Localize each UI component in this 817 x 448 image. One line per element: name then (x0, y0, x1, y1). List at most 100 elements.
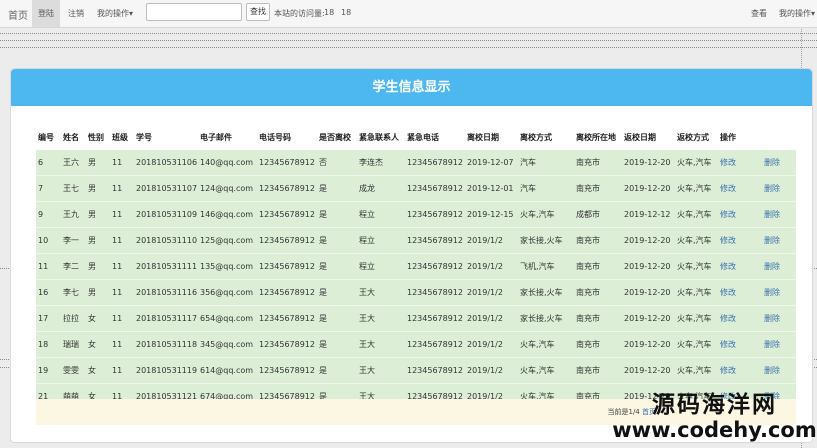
table-cell: 李一 (61, 227, 86, 254)
table-cell: 19 (36, 357, 61, 384)
pagination: 当前是1/4 首页 (608, 407, 657, 417)
delete-link[interactable]: 删除 (764, 340, 780, 349)
table-cell: 成龙 (357, 175, 405, 202)
table-cell: 12345678912 (257, 253, 317, 280)
table-cell: 12345678912 (405, 150, 465, 176)
table-cell: 12345678912 (257, 201, 317, 228)
nav-view-link[interactable]: 查看 (751, 8, 767, 19)
table-cell: 是 (317, 175, 357, 202)
nav-login-link[interactable]: 登陆 (38, 8, 54, 19)
delete-cell: 删除 (762, 279, 796, 306)
column-header: 离校所在地 (576, 133, 616, 142)
table-cell: 2019/1/2 (465, 331, 518, 358)
edit-link[interactable]: 修改 (720, 158, 736, 167)
table-cell: 火车,汽车 (518, 201, 574, 228)
table-cell: 火车,汽车 (675, 253, 718, 280)
table-cell: 程立 (357, 253, 405, 280)
table-cell: 飞机,汽车 (518, 253, 574, 280)
nav-right-actions-dropdown[interactable]: 我的操作▾ (779, 8, 815, 19)
table-cell: 12345678912 (405, 305, 465, 332)
column-header: 姓名 (63, 133, 79, 142)
delete-link[interactable]: 删除 (764, 288, 780, 297)
table-row: 17 拉拉女 11 201810531117 654@qq.com 12345678912… (36, 305, 796, 332)
delete-link[interactable]: 删除 (764, 210, 780, 219)
search-input[interactable] (146, 3, 242, 21)
edit-link[interactable]: 修改 (720, 340, 736, 349)
nav-my-actions-dropdown[interactable]: 我的操作▾ (97, 8, 133, 19)
table-row: 10 李一男 11 201810531110 125@qq.com 12345678912… (36, 227, 796, 254)
table-cell: 201810531109 (134, 201, 198, 228)
table-row: 11 李二男 11 201810531111 135@qq.com 12345678912… (36, 253, 796, 280)
table-cell: 11 (110, 150, 134, 176)
table-cell: 201810531116 (134, 279, 198, 306)
table-cell: 12345678912 (257, 175, 317, 202)
edit-link[interactable]: 修改 (720, 262, 736, 271)
table-cell: 12345678912 (257, 227, 317, 254)
edit-link[interactable]: 修改 (720, 184, 736, 193)
column-header: 紧急联系人 (359, 133, 399, 142)
delete-link[interactable]: 删除 (764, 236, 780, 245)
table-cell: 王六 (61, 150, 86, 176)
table-cell: 是 (317, 253, 357, 280)
table-cell: 201810531119 (134, 357, 198, 384)
table-cell: 6 (36, 150, 61, 176)
table-cell: 男 (86, 201, 110, 228)
table-cell: 201810531118 (134, 331, 198, 358)
table-cell: 南充市 (574, 227, 622, 254)
edit-cell: 修改 (718, 357, 762, 384)
table-cell: 146@qq.com (198, 201, 257, 228)
table-cell: 南充市 (574, 357, 622, 384)
delete-link[interactable]: 删除 (764, 314, 780, 323)
nav-logout-link[interactable]: 注销 (68, 8, 84, 19)
table-cell: 2019/1/2 (465, 357, 518, 384)
table-cell: 9 (36, 201, 61, 228)
table-cell: 2019/1/2 (465, 227, 518, 254)
pagination-status: 当前是1/4 (607, 408, 640, 416)
table-cell: 12345678912 (405, 331, 465, 358)
table-header-row: 编号 姓名 性别 班级 学号 电子邮件 电话号码 是否离校 紧急联系人 紧急电话 离校日期 离校方式 离… (36, 125, 796, 150)
delete-cell: 删除 (762, 305, 796, 332)
delete-link[interactable]: 删除 (764, 262, 780, 271)
table-cell: 7 (36, 175, 61, 202)
edit-cell: 修改 (718, 279, 762, 306)
table-cell: 女 (86, 305, 110, 332)
table-cell: 201810531110 (134, 227, 198, 254)
delete-link[interactable]: 删除 (764, 184, 780, 193)
table-cell: 火车,汽车 (675, 279, 718, 306)
table-cell: 李七 (61, 279, 86, 306)
edit-cell: 修改 (718, 305, 762, 332)
table-cell: 南充市 (574, 331, 622, 358)
delete-link[interactable]: 删除 (764, 158, 780, 167)
table-cell: 11 (110, 357, 134, 384)
edit-link[interactable]: 修改 (720, 236, 736, 245)
column-header: 离校日期 (467, 133, 499, 142)
edit-link[interactable]: 修改 (720, 210, 736, 219)
table-cell: 614@qq.com (198, 357, 257, 384)
table-row: 16 李七男 11 201810531116 356@qq.com 12345678912… (36, 279, 796, 306)
delete-cell: 删除 (762, 150, 796, 176)
edit-link[interactable]: 修改 (720, 366, 736, 375)
top-navbar: 首页 登陆 注销 我的操作▾ 查找 本站的访问量: 18 18 查看 我的操作▾ (0, 0, 817, 28)
table-cell: 拉拉 (61, 305, 86, 332)
table-cell: 2019-12-15 (465, 201, 518, 228)
table-cell: 南充市 (574, 175, 622, 202)
table-body: 6 王六男 11 201810531106 140@qq.com 12345678912 否… (36, 150, 796, 410)
table-cell: 女 (86, 331, 110, 358)
edit-cell: 修改 (718, 227, 762, 254)
edit-link[interactable]: 修改 (720, 314, 736, 323)
table-cell: 2019-12-20 (622, 331, 675, 358)
pagination-first-link[interactable]: 首页 (642, 408, 656, 416)
column-header: 班级 (112, 133, 128, 142)
delete-link[interactable]: 删除 (764, 366, 780, 375)
table-cell: 火车,汽车 (675, 150, 718, 176)
search-button[interactable]: 查找 (246, 3, 270, 21)
column-header: 紧急电话 (407, 133, 439, 142)
table-cell: 12345678912 (405, 357, 465, 384)
table-cell: 2019-12-20 (622, 227, 675, 254)
table-cell: 王七 (61, 175, 86, 202)
edit-link[interactable]: 修改 (720, 288, 736, 297)
delete-cell: 删除 (762, 331, 796, 358)
table-cell: 火车,汽车 (675, 331, 718, 358)
nav-home-link[interactable]: 首页 (8, 7, 28, 22)
table-cell: 11 (110, 227, 134, 254)
